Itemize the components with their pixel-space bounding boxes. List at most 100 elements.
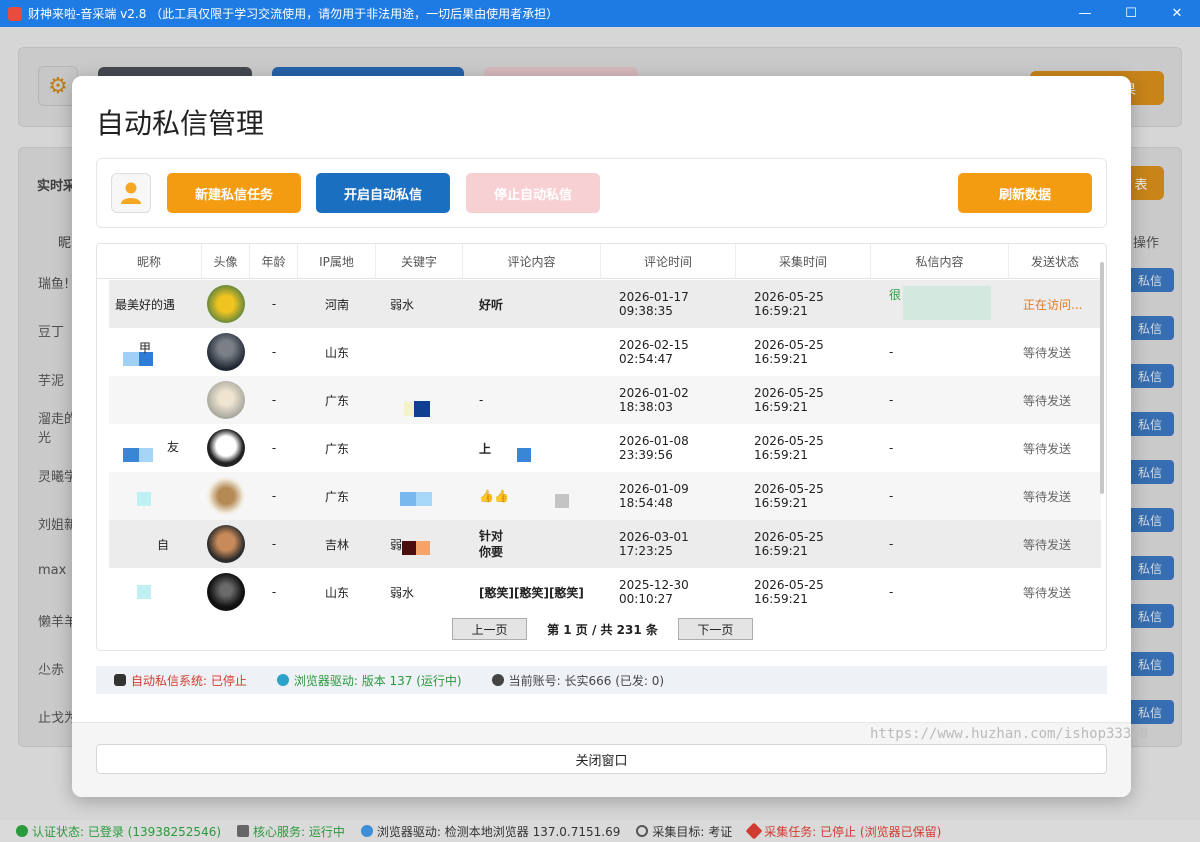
blurred-content	[402, 541, 417, 555]
minimize-button[interactable]: —	[1062, 0, 1108, 27]
cell-ip: 广东	[324, 393, 349, 408]
stop-auto-button[interactable]: 停止自动私信	[466, 173, 600, 213]
table-row[interactable]: 友 - 广东 上 2026-01-08 23:39:56 2026-05-25 16…	[109, 424, 1101, 472]
browser-status-text: 浏览器驱动: 检测本地浏览器 137.0.7151.69	[376, 824, 621, 839]
cell-avatar	[202, 280, 250, 328]
cell-keyword: 弱	[376, 520, 463, 568]
prev-page-button[interactable]: 上一页	[452, 618, 528, 640]
cell-collect-time: 2026-05-25 16:59:21	[736, 424, 871, 472]
auto-system-text: 自动私信系统: 已停止	[131, 673, 247, 688]
collect-date: 2026-05-25	[754, 386, 824, 400]
table-row[interactable]: 自 - 吉林 弱 针对 你要 2026-03-01 17:23:25 2026-0…	[109, 520, 1101, 568]
col-keyword[interactable]: 关键字	[376, 244, 463, 279]
avatar-image	[207, 333, 245, 371]
globe-icon	[360, 825, 373, 837]
avatar-image	[207, 285, 245, 323]
maximize-button[interactable]: ☐	[1108, 0, 1154, 27]
page-info: 第 1 页 / 共 231 条	[547, 622, 658, 637]
col-avatar[interactable]: 头像	[202, 244, 250, 279]
table-scrollbar[interactable]	[1100, 262, 1104, 494]
blurred-content	[137, 585, 151, 599]
collect-date: 2026-05-25	[754, 434, 824, 448]
auto-message-dialog: 自动私信管理 新建私信任务 开启自动私信 停止自动私信 刷新数据 昵称 头像 年…	[72, 76, 1131, 797]
cell-age: -	[271, 297, 277, 311]
cell-nickname: 自	[157, 537, 170, 552]
cell-message: 很	[871, 280, 1009, 328]
blurred-content	[414, 401, 430, 417]
table-row[interactable]: - 山东 弱水 [憨笑][憨笑][憨笑] 2025-12-30 00:10:27 …	[109, 568, 1101, 616]
blurred-content	[123, 448, 139, 462]
browser-status: 浏览器驱动: 检测本地浏览器 137.0.7151.69	[360, 823, 621, 840]
user-avatar[interactable]	[111, 173, 151, 213]
nickname-text: 甲	[139, 340, 152, 355]
cell-nickname: 甲	[109, 328, 202, 376]
avatar-image	[207, 429, 245, 467]
cell-age: -	[271, 393, 277, 407]
start-auto-button[interactable]: 开启自动私信	[316, 173, 450, 213]
table-row[interactable]: 最美好的遇 - 河南 弱水 好听 2026-01-17 09:38:35 2026…	[109, 280, 1101, 328]
col-comment-time[interactable]: 评论时间	[601, 244, 736, 279]
cell-nickname: 友	[109, 424, 202, 472]
cell-age: -	[271, 585, 277, 599]
close-dialog-button[interactable]: 关闭窗口	[96, 744, 1107, 774]
refresh-button[interactable]: 刷新数据	[958, 173, 1092, 213]
cell-status: 等待发送	[1023, 345, 1072, 360]
app-icon	[8, 6, 22, 21]
new-task-button[interactable]: 新建私信任务	[167, 173, 301, 213]
cell-ip: 山东	[324, 585, 349, 600]
cell-status: 正在访问...	[1023, 297, 1083, 312]
collect-clock: 16:59:21	[754, 352, 808, 366]
col-nickname[interactable]: 昵称	[97, 244, 202, 279]
col-comment[interactable]: 评论内容	[463, 244, 601, 279]
cell-age: -	[271, 537, 277, 551]
cell-avatar	[202, 472, 250, 520]
cell-status: 等待发送	[1023, 585, 1072, 600]
window-titlebar: 财神来啦-音采端 v2.8 （此工具仅限于学习交流使用，请勿用于非法用途，一切后…	[0, 0, 1200, 27]
table-row[interactable]: 甲 - 山东 2026-02-15 02:54:47 2026-05-25 16:5…	[109, 328, 1101, 376]
table-row[interactable]: - 广东 👍👍 2026-01-09 18:54:48 2026-05-25 16:…	[109, 472, 1101, 520]
cell-ip: 广东	[324, 489, 349, 504]
dialog-status-strip: 自动私信系统: 已停止 浏览器驱动: 版本 137 (运行中) 当前账号: 长实…	[96, 666, 1107, 694]
avatar-image	[207, 381, 245, 419]
comment-text: 👍👍	[479, 489, 509, 503]
comment-date: 2026-03-01	[619, 530, 689, 544]
comment-date: 2025-12-30	[619, 578, 689, 592]
cell-message: -	[889, 537, 894, 551]
col-age[interactable]: 年龄	[250, 244, 298, 279]
cell-message: -	[889, 441, 894, 455]
user-icon	[491, 674, 504, 686]
col-message[interactable]: 私信内容	[871, 244, 1009, 279]
comment-clock: 00:10:27	[619, 592, 673, 606]
cell-collect-time: 2026-05-25 16:59:21	[736, 520, 871, 568]
account-text: 当前账号: 长实666 (已发: 0)	[508, 673, 665, 688]
cell-avatar	[202, 376, 250, 424]
next-page-button[interactable]: 下一页	[677, 618, 753, 640]
cell-nickname	[109, 376, 202, 424]
dialog-toolbar: 新建私信任务 开启自动私信 停止自动私信 刷新数据	[96, 158, 1107, 228]
window-title: 财神来啦-音采端 v2.8 （此工具仅限于学习交流使用，请勿用于非法用途，一切后…	[28, 7, 559, 21]
comment-date: 2026-01-02	[619, 386, 689, 400]
nickname-text: 友	[167, 439, 180, 454]
blurred-content	[139, 448, 153, 462]
message-text: 很	[889, 288, 902, 302]
blurred-content	[123, 352, 139, 366]
col-ip[interactable]: IP属地	[298, 244, 376, 279]
blurred-content	[903, 286, 992, 320]
collect-clock: 16:59:21	[754, 544, 808, 558]
comment-clock: 18:38:03	[619, 400, 673, 414]
avatar-image	[207, 573, 245, 611]
search-icon	[636, 825, 649, 837]
col-collect-time[interactable]: 采集时间	[736, 244, 871, 279]
comment-clock: 23:39:56	[619, 448, 673, 462]
watermark-text: https://www.huzhan.com/ishop33348	[870, 726, 1149, 742]
comment-clock: 09:38:35	[619, 304, 673, 318]
close-window-button[interactable]: ✕	[1154, 0, 1200, 27]
table-row[interactable]: - 广东 - 2026-01-02 18:38:03 2026-05-25 16:5…	[109, 376, 1101, 424]
cell-message: -	[889, 585, 894, 599]
browser-driver-text: 浏览器驱动: 版本 137 (运行中)	[293, 673, 462, 688]
auth-status: 认证状态: 已登录 (13938252546)	[16, 823, 221, 840]
avatar-image	[207, 525, 245, 563]
cell-message: -	[889, 489, 894, 503]
cell-comment-time: 2026-01-08 23:39:56	[601, 424, 736, 472]
col-status[interactable]: 发送状态	[1009, 244, 1101, 279]
